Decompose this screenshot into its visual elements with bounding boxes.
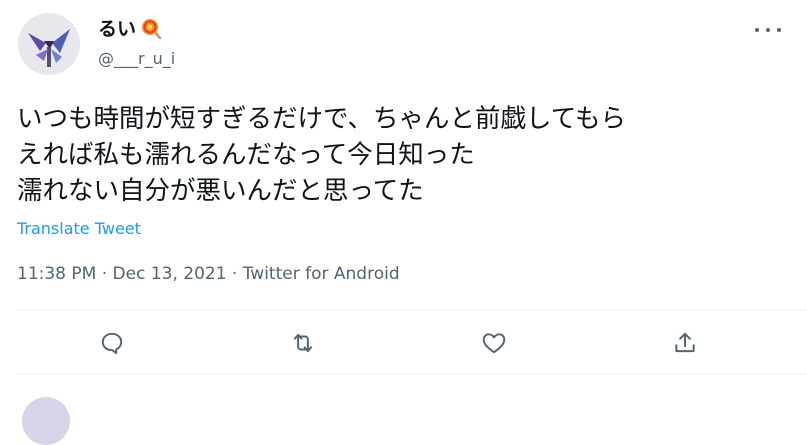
retweet-icon [293,333,313,353]
translate-link[interactable]: Translate Tweet [17,219,141,238]
reply-icon [101,332,123,355]
user-handle[interactable]: @___r_u_i [98,49,175,68]
lollipop-icon [140,17,162,39]
tweet-line: 濡れない自分が悪いんだと思ってた [17,176,424,206]
display-name-text: るい [98,18,137,40]
avatar[interactable] [22,397,70,445]
like-button[interactable] [478,327,510,359]
share-icon [675,332,695,353]
tweet-meta: 11:38 PM · Dec 13, 2021 · Twitter for An… [17,264,400,284]
display-name[interactable]: るい [98,14,162,41]
tweet-line: えれば私も濡れるんだなって今日知った [17,140,475,170]
divider [17,310,807,311]
reply-button[interactable] [96,327,128,359]
tweet-text: いつも時間が短すぎるだけで、ちゃんと前戯してもら えれば私も濡れるんだなって今日… [17,101,792,209]
retweet-button[interactable] [287,327,319,359]
share-button[interactable] [669,327,701,359]
avatar-image [18,13,80,75]
like-icon [482,333,506,354]
more-options-icon[interactable] [755,23,781,37]
tweet-line: いつも時間が短すぎるだけで、ちゃんと前戯してもら [17,104,626,134]
avatar[interactable] [18,13,80,75]
divider [17,374,807,375]
